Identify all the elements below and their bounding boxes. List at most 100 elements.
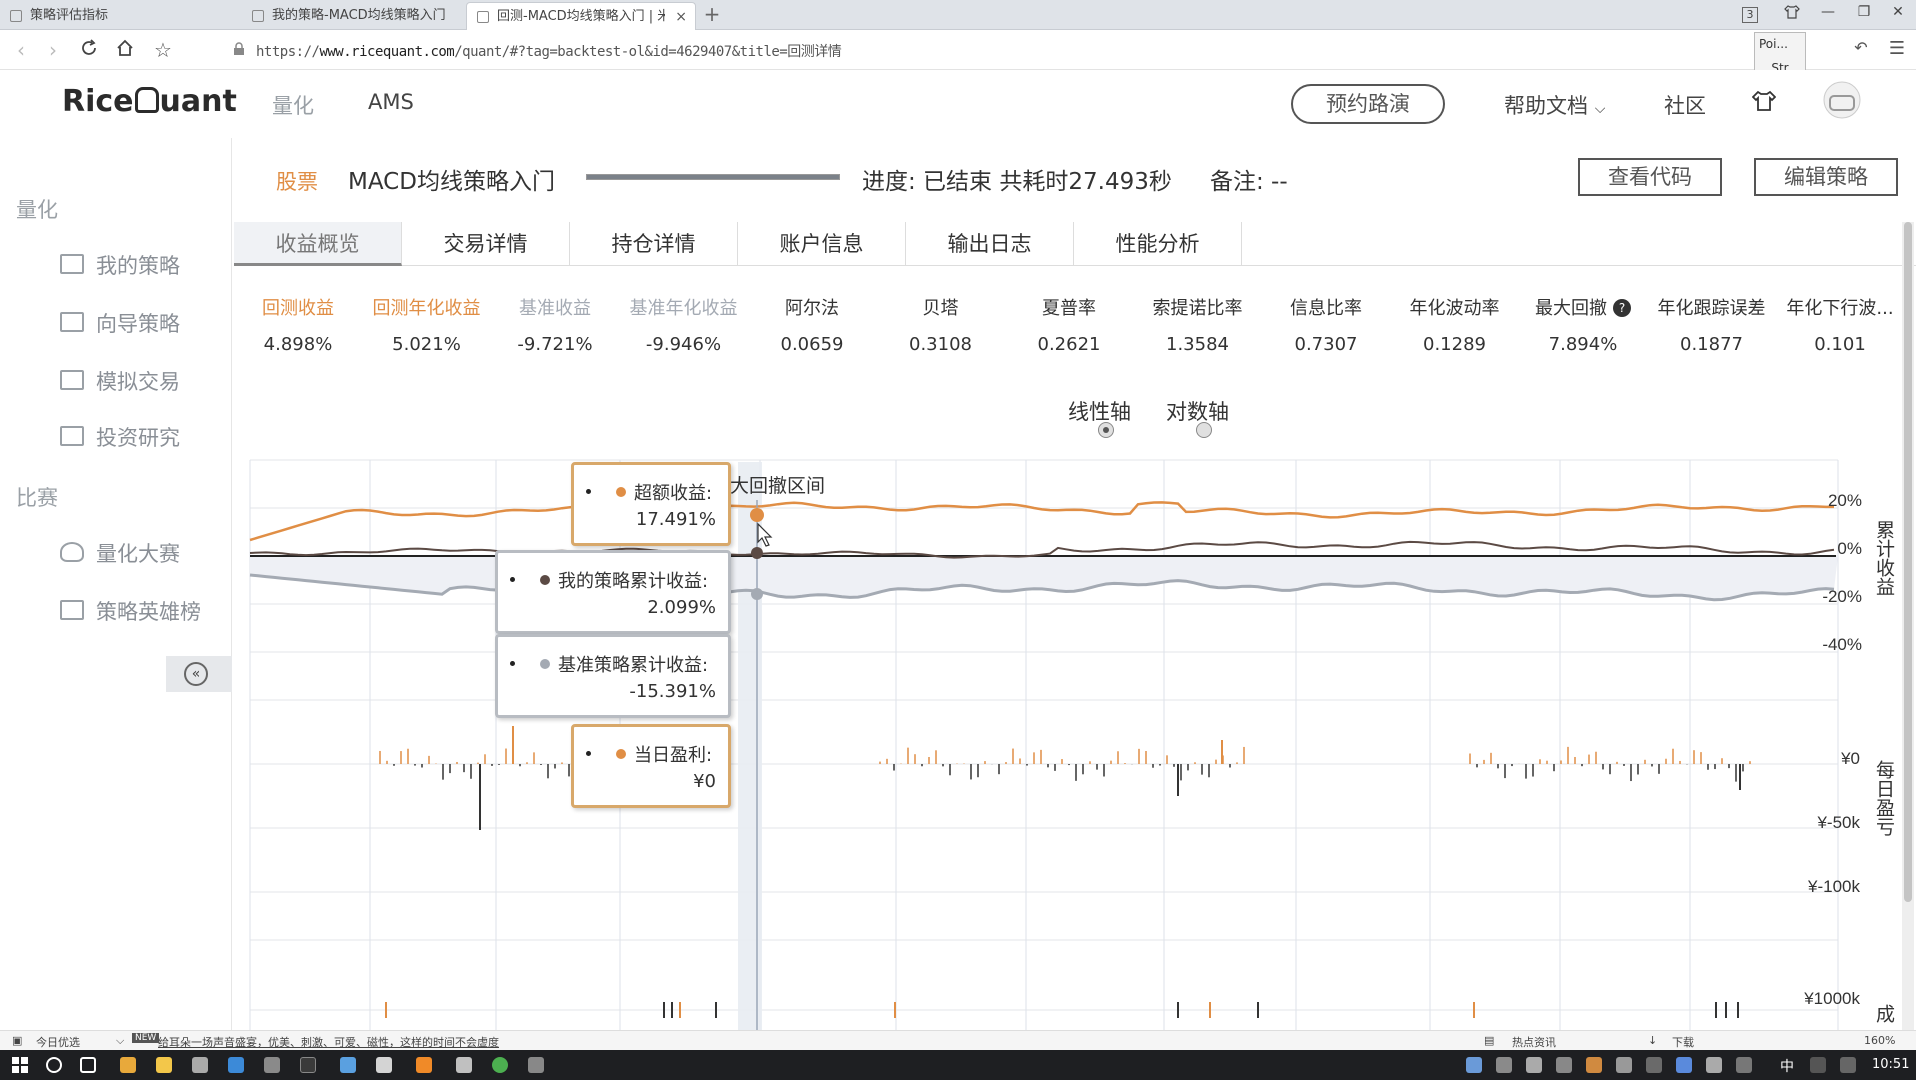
hot-news[interactable]: 热点资讯 [1512,1034,1556,1050]
tab-performance[interactable]: 性能分析 [1074,222,1242,266]
tray-icon[interactable] [1586,1057,1602,1073]
menu-icon[interactable]: ☰ [1884,38,1910,59]
app-icon[interactable] [300,1057,316,1073]
log-axis-radio[interactable] [1196,422,1212,438]
download-icon[interactable]: ↓ [1648,1034,1657,1047]
chart-grid [249,459,1839,1032]
app-icon[interactable] [192,1057,208,1073]
roadshow-button[interactable]: 预约路演 [1291,84,1445,124]
sidebar-item-paper-trading[interactable]: 模拟交易 [60,366,180,396]
metric-value: 0.101 [1814,334,1866,355]
cum-axis-0: 0% [1837,539,1862,558]
app-icon[interactable] [456,1057,472,1073]
tab-overview[interactable]: 收益概览 [234,222,402,266]
close-tab-icon[interactable]: × [675,3,687,30]
minimize-icon[interactable]: — [1816,4,1840,20]
browser-tab[interactable]: 策略评估指标 [0,2,240,30]
sidebar-item-guided-strategies[interactable]: 向导策略 [60,308,180,338]
undo-icon[interactable]: ↶ [1848,38,1874,57]
drawdown-label: 大回撤区间 [730,475,825,497]
sidebar-item-leaderboard[interactable]: 策略英雄榜 [60,596,201,626]
avatar[interactable] [1820,78,1864,127]
close-window-icon[interactable]: ✕ [1886,4,1910,20]
search-icon[interactable] [46,1057,62,1073]
tab-count-badge[interactable]: 3 [1742,7,1758,23]
bookmark-star-icon[interactable]: ☆ [150,38,176,62]
tab-logs[interactable]: 输出日志 [906,222,1074,266]
sidebar-item-my-strategies[interactable]: 我的策略 [60,250,180,280]
sidebar-item-contest[interactable]: 量化大赛 [60,538,180,568]
tray-icon[interactable] [1676,1057,1692,1073]
tab-positions[interactable]: 持仓详情 [570,222,738,266]
orange-dot-icon [616,749,626,759]
tray-icon[interactable] [1646,1057,1662,1073]
chevron-down-icon: ⌵ [1594,101,1606,117]
app-icon[interactable] [376,1057,392,1073]
os-taskbar: 中 10:51 [0,1050,1916,1080]
metric-label: 基准收益 [519,298,591,319]
url-field[interactable]: https://www.ricequant.com/quant/#?tag=ba… [256,41,842,61]
maximize-icon[interactable]: ❐ [1852,4,1876,20]
browser-tab-active[interactable]: 回测-MACD均线策略入门 | 米筐 × [466,2,696,30]
gift-icon[interactable]: ▣ [12,1034,22,1047]
tray-icon[interactable] [1810,1057,1826,1073]
daily-axis-title: 每日盈亏 [1873,760,1895,837]
nav-community[interactable]: 社区 [1664,90,1706,120]
tray-icon[interactable] [1526,1057,1542,1073]
wechat-icon[interactable] [492,1057,508,1073]
today-pick[interactable]: 今日优选 [36,1034,80,1050]
linear-axis-radio[interactable] [1098,422,1114,438]
windows-start-icon[interactable] [12,1057,28,1073]
ime-indicator[interactable]: 中 [1780,1056,1794,1076]
zoom-level[interactable]: 160% [1864,1034,1895,1047]
new-tab-button[interactable]: + [700,2,724,26]
orange-dot-icon [616,487,626,497]
ricequant-logo[interactable]: Rice uant [62,84,237,119]
collapse-sidebar-button[interactable]: « [166,656,232,692]
app-icon[interactable] [228,1057,244,1073]
refresh-icon[interactable] [76,38,102,63]
scrollbar-thumb[interactable] [1904,222,1912,902]
mouse-cursor-icon [757,522,773,547]
metric-label: 年化下行波... [1786,298,1894,319]
nav-help-docs[interactable]: 帮助文档 ⌵ [1504,90,1605,120]
tab-trades[interactable]: 交易详情 [402,222,570,266]
app-icon[interactable] [264,1057,280,1073]
tray-icon[interactable] [1496,1057,1512,1073]
metric-label: 阿尔法 [785,298,839,319]
volume-bars [385,1002,1739,1018]
browser-tab[interactable]: 我的策略-MACD均线策略入门 [242,2,464,30]
cum-axis-20: 20% [1828,491,1862,510]
app-icon[interactable] [416,1057,432,1073]
app-icon[interactable] [120,1057,136,1073]
hot-news-icon[interactable]: ▤ [1484,1034,1494,1047]
tray-icon[interactable] [1616,1057,1632,1073]
task-view-icon[interactable] [80,1057,96,1073]
tab-account[interactable]: 账户信息 [738,222,906,266]
tray-icon[interactable] [1840,1057,1856,1073]
nav-ams[interactable]: AMS [368,90,414,114]
app-icon[interactable] [528,1057,544,1073]
metric-value: 5.021% [392,334,461,355]
folder-icon[interactable] [156,1057,172,1073]
shield-icon[interactable] [340,1057,356,1073]
shirt-icon[interactable] [1780,4,1804,24]
view-code-button[interactable]: 查看代码 [1578,158,1722,196]
speaker-icon[interactable] [1736,1057,1752,1073]
nav-quant[interactable]: 量化 [272,90,314,120]
tray-icon[interactable] [1556,1057,1572,1073]
tray-icon[interactable] [1466,1057,1482,1073]
sidebar-item-research[interactable]: 投资研究 [60,422,180,452]
metric-label: 最大回撤? [1519,294,1647,320]
benchmark-line [249,573,1835,602]
back-icon[interactable]: ‹ [8,38,34,62]
chevron-down-icon[interactable]: ⌵ [116,1034,124,1048]
help-icon[interactable]: ? [1613,299,1631,317]
edit-strategy-button[interactable]: 编辑策略 [1754,158,1898,196]
news-ticker[interactable]: 给耳朵一场声音盛宴，优美、刺激、可爱、磁性，这样的时间不会虚度 [158,1034,499,1050]
download-label[interactable]: 下载 [1672,1034,1694,1050]
tray-icon[interactable] [1706,1057,1722,1073]
home-icon[interactable] [112,38,138,63]
shirt-icon[interactable] [1751,90,1777,117]
forward-icon[interactable]: › [40,38,66,62]
